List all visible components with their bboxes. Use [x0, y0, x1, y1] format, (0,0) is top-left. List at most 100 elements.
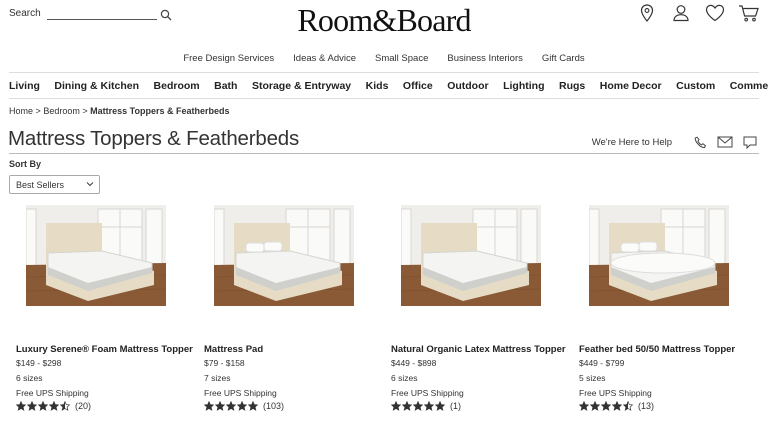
- utility-link-small-space[interactable]: Small Space: [375, 53, 428, 64]
- product-image[interactable]: [214, 205, 354, 306]
- category-commercial[interactable]: Commercial: [730, 80, 768, 92]
- star-icon: [27, 401, 37, 411]
- utility-link-design-services[interactable]: Free Design Services: [183, 53, 274, 64]
- help-label[interactable]: We're Here to Help: [592, 137, 672, 148]
- product-info: Luxury Serene® Foam Mattress Topper $149…: [16, 344, 196, 411]
- rating-stars: [579, 401, 634, 411]
- product-rating[interactable]: (20): [16, 401, 196, 411]
- category-divider: [9, 98, 759, 99]
- star-icon: [237, 401, 247, 411]
- star-icon: [391, 401, 401, 411]
- breadcrumb-separator: >: [35, 106, 41, 116]
- category-office[interactable]: Office: [403, 80, 433, 92]
- location-pin-icon[interactable]: [636, 3, 658, 23]
- star-icon: [38, 401, 48, 411]
- help-bar: We're Here to Help: [592, 135, 758, 149]
- product-rating[interactable]: (13): [579, 401, 759, 411]
- product-card[interactable]: Feather bed 50/50 Mattress Topper $449 -…: [572, 205, 752, 411]
- utility-nav: Free Design Services Ideas & Advice Smal…: [0, 53, 768, 64]
- category-rugs[interactable]: Rugs: [559, 80, 585, 92]
- product-price: $449 - $898: [391, 358, 437, 368]
- category-home-decor[interactable]: Home Decor: [600, 80, 662, 92]
- category-lighting[interactable]: Lighting: [503, 80, 544, 92]
- product-info: Natural Organic Latex Mattress Topper $4…: [391, 344, 571, 411]
- star-icon: [424, 401, 434, 411]
- utility-link-business-interiors[interactable]: Business Interiors: [447, 53, 523, 64]
- product-shipping: Free UPS Shipping: [16, 388, 89, 398]
- product-card[interactable]: Natural Organic Latex Mattress Topper $4…: [384, 205, 566, 411]
- category-living[interactable]: Living: [9, 80, 40, 92]
- review-count[interactable]: (13): [638, 401, 654, 411]
- chevron-down-icon: [86, 180, 94, 188]
- product-sizes: 6 sizes: [391, 373, 418, 383]
- product-name[interactable]: Luxury Serene® Foam Mattress Topper: [16, 344, 196, 355]
- product-card[interactable]: Luxury Serene® Foam Mattress Topper $149…: [9, 205, 193, 411]
- breadcrumb: Home > Bedroom > Mattress Toppers & Feat…: [9, 106, 230, 116]
- product-image[interactable]: [401, 205, 541, 306]
- product-name[interactable]: Feather bed 50/50 Mattress Topper: [579, 344, 759, 355]
- product-name[interactable]: Mattress Pad: [204, 344, 384, 355]
- category-custom[interactable]: Custom: [676, 80, 715, 92]
- header-divider: [9, 72, 759, 73]
- star-icon: [204, 401, 214, 411]
- product-price: $149 - $298: [16, 358, 62, 368]
- product-rating[interactable]: (103): [204, 401, 384, 411]
- star-icon: [402, 401, 412, 411]
- rating-stars: [391, 401, 446, 411]
- star-icon: [16, 401, 26, 411]
- breadcrumb-home[interactable]: Home: [9, 106, 33, 116]
- star-icon: [413, 401, 423, 411]
- sort-selected-value: Best Sellers: [16, 179, 65, 190]
- star-icon: [601, 401, 611, 411]
- star-icon: [435, 401, 445, 411]
- email-icon[interactable]: [717, 135, 733, 149]
- sort-by-label: Sort By: [9, 159, 42, 169]
- product-price: $449 - $799: [579, 358, 625, 368]
- breadcrumb-bedroom[interactable]: Bedroom: [43, 106, 80, 116]
- category-kids[interactable]: Kids: [366, 80, 389, 92]
- category-bedroom[interactable]: Bedroom: [154, 80, 200, 92]
- star-icon: [215, 401, 225, 411]
- product-shipping: Free UPS Shipping: [204, 388, 277, 398]
- page-title: Mattress Toppers & Featherbeds: [8, 127, 300, 150]
- star-icon: [60, 401, 70, 411]
- product-image[interactable]: [589, 205, 729, 306]
- utility-link-gift-cards[interactable]: Gift Cards: [542, 53, 585, 64]
- breadcrumb-separator: >: [82, 106, 88, 116]
- review-count[interactable]: (1): [450, 401, 461, 411]
- category-dining-kitchen[interactable]: Dining & Kitchen: [54, 80, 139, 92]
- breadcrumb-current: Mattress Toppers & Featherbeds: [90, 106, 230, 116]
- product-image[interactable]: [26, 205, 166, 306]
- phone-icon[interactable]: [692, 135, 708, 149]
- product-sizes: 6 sizes: [16, 373, 43, 383]
- star-icon: [612, 401, 622, 411]
- category-storage-entryway[interactable]: Storage & Entryway: [252, 80, 351, 92]
- header-icons: [624, 3, 760, 23]
- star-icon: [248, 401, 258, 411]
- review-count[interactable]: (20): [75, 401, 91, 411]
- product-card[interactable]: Mattress Pad $79 - $158 7 sizes Free UPS…: [197, 205, 377, 411]
- category-nav: Living Dining & Kitchen Bedroom Bath Sto…: [9, 80, 768, 92]
- heart-icon[interactable]: [704, 3, 726, 23]
- rating-stars: [16, 401, 71, 411]
- sort-dropdown[interactable]: Best Sellers: [9, 175, 100, 194]
- title-divider: [9, 153, 759, 154]
- star-icon: [590, 401, 600, 411]
- utility-link-ideas-advice[interactable]: Ideas & Advice: [293, 53, 356, 64]
- product-shipping: Free UPS Shipping: [391, 388, 464, 398]
- category-outdoor[interactable]: Outdoor: [447, 80, 488, 92]
- star-icon: [49, 401, 59, 411]
- chat-icon[interactable]: [742, 135, 758, 149]
- product-rating[interactable]: (1): [391, 401, 571, 411]
- product-info: Feather bed 50/50 Mattress Topper $449 -…: [579, 344, 759, 411]
- star-icon: [579, 401, 589, 411]
- product-shipping: Free UPS Shipping: [579, 388, 652, 398]
- cart-icon[interactable]: [738, 3, 760, 23]
- product-name[interactable]: Natural Organic Latex Mattress Topper: [391, 344, 571, 355]
- account-icon[interactable]: [670, 3, 692, 23]
- product-sizes: 7 sizes: [204, 373, 231, 383]
- review-count[interactable]: (103): [263, 401, 284, 411]
- rating-stars: [204, 401, 259, 411]
- product-sizes: 5 sizes: [579, 373, 606, 383]
- category-bath[interactable]: Bath: [214, 80, 237, 92]
